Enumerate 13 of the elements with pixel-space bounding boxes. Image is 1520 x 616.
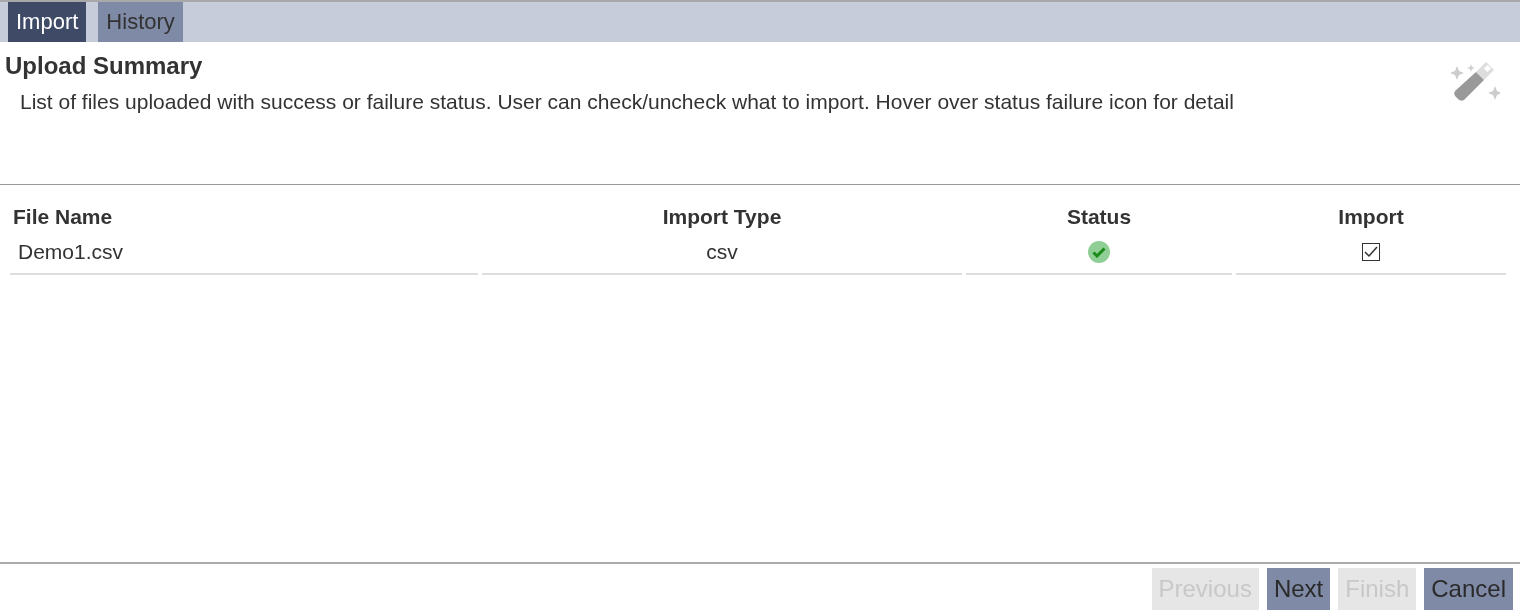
column-header: Import Type [661, 204, 783, 230]
tab[interactable]: Import [8, 2, 87, 42]
column-header: File Name [12, 204, 114, 230]
wizard-button[interactable]: Cancel [1424, 568, 1513, 610]
tab[interactable]: History [98, 2, 183, 42]
wizard-button[interactable]: Next [1266, 568, 1331, 610]
description-text: List of files uploaded with success or failure status. User can check/uncheck what to import. Hover over status failure icon for detail [20, 90, 1234, 114]
file-name-cell: Demo1.csv [10, 237, 478, 275]
page-title: Upload Summary [5, 52, 204, 80]
column-header: Status [1065, 204, 1133, 230]
import-checkbox[interactable] [1362, 243, 1380, 261]
column-header: Import [1337, 204, 1405, 230]
import-type-cell: csv [482, 237, 962, 275]
